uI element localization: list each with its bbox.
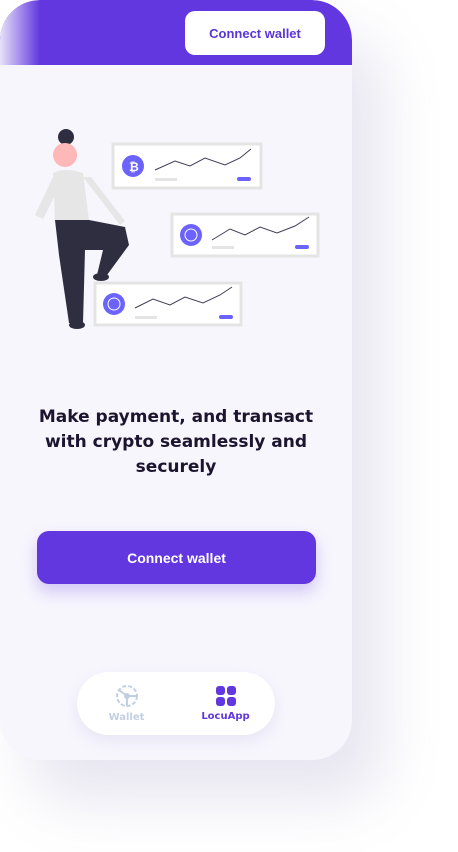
card-coin-3 xyxy=(93,281,243,327)
card-bitcoin: ₿ xyxy=(111,142,263,190)
header: Connect wallet xyxy=(0,0,352,65)
phone-screen: Connect wallet ₿ Make payment, and trans… xyxy=(0,0,352,760)
nav-label-locuapp: LocuApp xyxy=(201,711,250,722)
svg-text:₿: ₿ xyxy=(129,160,139,174)
nav-label-wallet: Wallet xyxy=(108,712,145,723)
connect-wallet-button[interactable]: Connect wallet xyxy=(37,531,316,584)
network-icon xyxy=(115,685,138,707)
nav-item-locuapp[interactable]: LocuApp xyxy=(176,672,275,735)
grid-icon xyxy=(215,686,236,706)
crypto-illustration: ₿ xyxy=(35,129,320,329)
bottom-nav: Wallet LocuApp xyxy=(77,672,275,735)
card-coin-2 xyxy=(170,212,320,258)
nav-item-wallet[interactable]: Wallet xyxy=(77,672,176,735)
header-connect-wallet-button[interactable]: Connect wallet xyxy=(185,11,325,55)
hero-title: Make payment, and transact with crypto s… xyxy=(38,407,314,477)
